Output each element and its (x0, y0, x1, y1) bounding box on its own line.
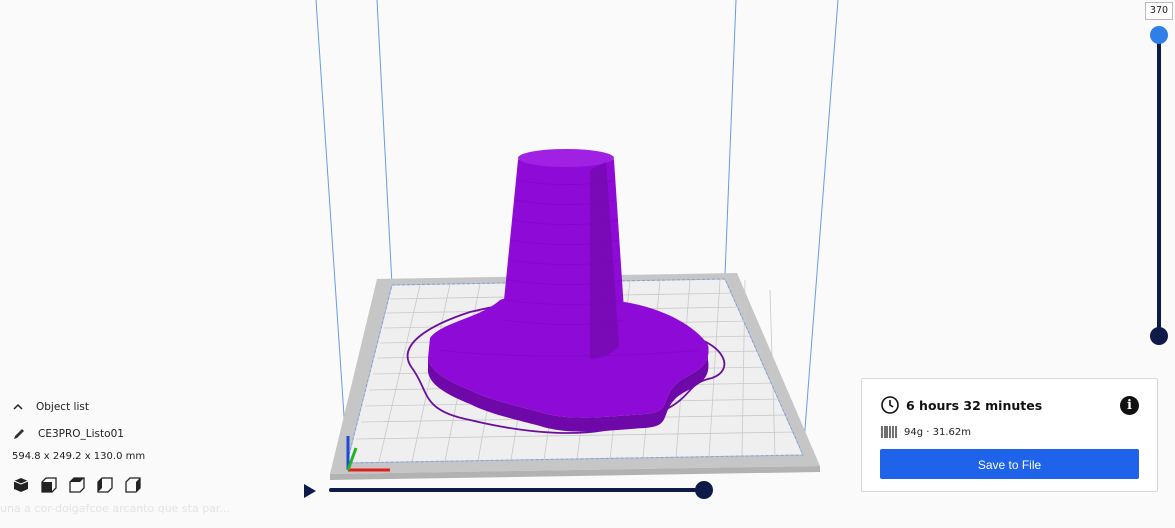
material-row: 94g · 31.62m (880, 425, 971, 439)
view-front-icon[interactable] (40, 476, 58, 494)
object-name: CE3PRO_Listo01 (38, 428, 124, 440)
view-left-icon[interactable] (96, 476, 114, 494)
view-top-icon[interactable] (68, 476, 86, 494)
chevron-up-icon (13, 403, 23, 410)
print-time: 6 hours 32 minutes (906, 397, 1043, 413)
view-buttons (12, 476, 312, 494)
material-usage: 94g · 31.62m (904, 426, 971, 438)
pencil-icon[interactable] (12, 427, 26, 441)
play-icon[interactable] (302, 482, 318, 500)
info-icon[interactable]: i (1120, 396, 1139, 415)
view-3d-icon[interactable] (12, 476, 30, 494)
layer-slider-top-handle[interactable] (1150, 26, 1168, 44)
save-to-file-button[interactable]: Save to File (880, 449, 1139, 479)
timeline-handle[interactable] (695, 481, 713, 499)
object-dimensions: 594.8 x 249.2 x 130.0 mm (12, 451, 146, 462)
layer-slider-bottom-handle[interactable] (1150, 327, 1168, 345)
path-timeline[interactable] (329, 488, 704, 492)
object-item[interactable]: CE3PRO_Listo01 (12, 426, 312, 442)
print-info-panel: 6 hours 32 minutes i 94g · 31.62m Save t… (861, 378, 1158, 492)
object-list-label: Object list (36, 401, 89, 413)
view-right-icon[interactable] (124, 476, 142, 494)
layer-number-field[interactable]: 370 (1145, 2, 1173, 20)
print-time-row: 6 hours 32 minutes (880, 395, 1042, 415)
spool-icon (881, 426, 897, 438)
object-list-toggle[interactable]: Object list (12, 398, 312, 416)
ghost-text: una a cor-doigafcoe arcanto que sta par.… (0, 502, 230, 515)
layer-slider-track[interactable] (1157, 36, 1161, 336)
object-list-panel: Object list CE3PRO_Listo01 594.8 x 249.2… (12, 398, 312, 494)
clock-icon (881, 396, 899, 414)
